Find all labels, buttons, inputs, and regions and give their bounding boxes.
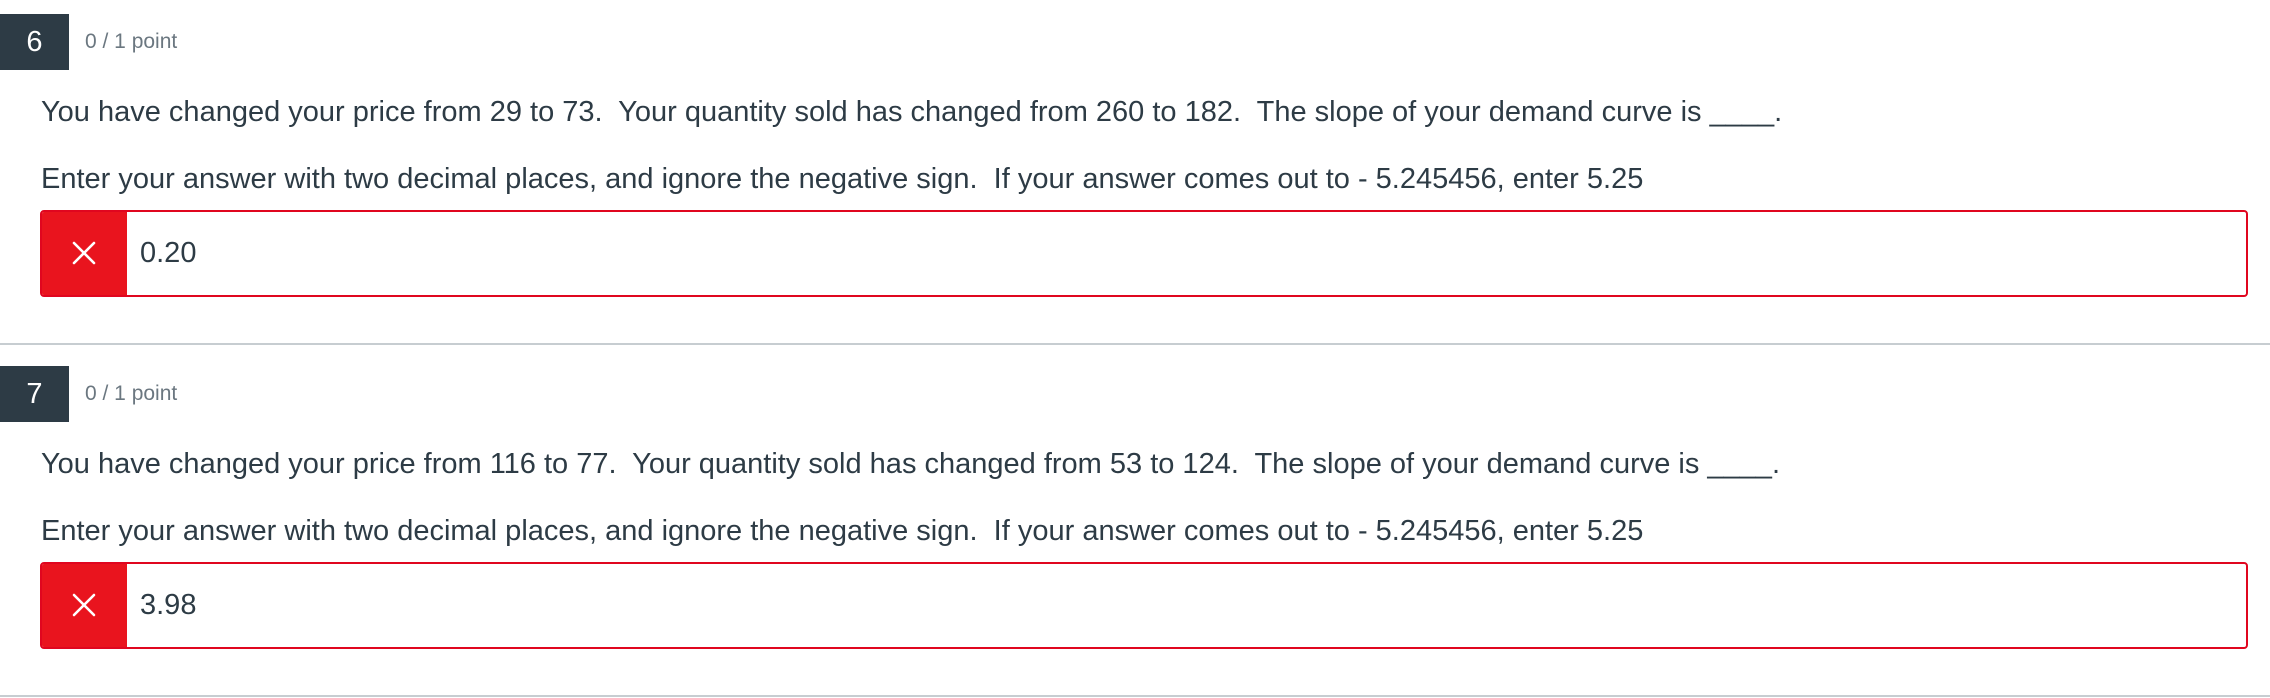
question-instruction: Enter your answer with two decimal place…: [41, 163, 1644, 195]
incorrect-indicator: [42, 564, 127, 647]
question-number: 6: [0, 14, 69, 70]
answer-value: 0.20: [140, 237, 197, 269]
question-text: You have changed your price from 29 to 7…: [41, 96, 1783, 128]
question-6: 6 0 / 1 point You have changed your pric…: [0, 0, 2270, 344]
question-points: 0 / 1 point: [85, 30, 178, 53]
question-divider: [0, 695, 2270, 697]
answer-value: 3.98: [140, 589, 197, 621]
question-number: 7: [0, 366, 69, 422]
question-divider: [0, 343, 2270, 345]
answer-field[interactable]: 0.20: [40, 210, 2248, 297]
question-7: 7 0 / 1 point You have changed your pric…: [0, 352, 2270, 698]
incorrect-indicator: [42, 212, 127, 295]
x-icon: [72, 241, 96, 265]
answer-field[interactable]: 3.98: [40, 562, 2248, 649]
question-points: 0 / 1 point: [85, 382, 178, 405]
question-text: You have changed your price from 116 to …: [41, 448, 1780, 480]
x-icon: [72, 593, 96, 617]
question-instruction: Enter your answer with two decimal place…: [41, 515, 1644, 547]
